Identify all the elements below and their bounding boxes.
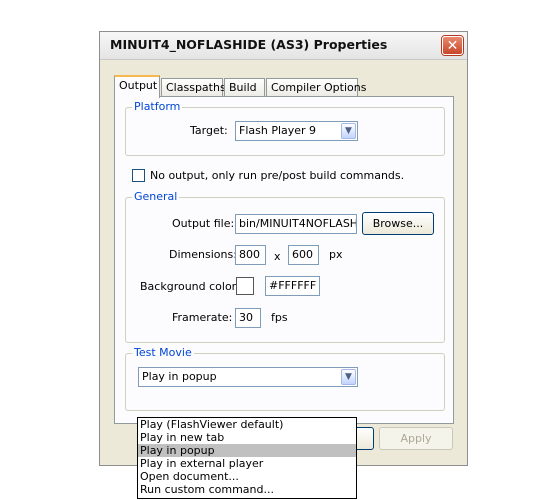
target-select[interactable]: Flash Player 9 ▼ bbox=[235, 121, 358, 141]
list-item[interactable]: Open document... bbox=[138, 470, 356, 483]
apply-button-label: Apply bbox=[400, 432, 432, 445]
bgcolor-label: Background color: bbox=[140, 280, 240, 293]
test-movie-select[interactable]: Play in popup ▼ bbox=[138, 367, 358, 387]
px-unit-label: px bbox=[329, 248, 343, 261]
dimensions-label: Dimensions: bbox=[169, 248, 237, 261]
no-output-label: No output, only run pre/post build comma… bbox=[150, 169, 405, 182]
height-input[interactable]: 600 bbox=[288, 245, 319, 265]
test-movie-group: Test Movie Play in popup ▼ bbox=[125, 346, 445, 411]
width-input[interactable]: 800 bbox=[235, 245, 266, 265]
close-button[interactable]: ✕ bbox=[442, 36, 463, 55]
list-item[interactable]: Play in new tab bbox=[138, 431, 356, 444]
platform-group: Platform Target: Flash Player 9 ▼ bbox=[125, 100, 445, 156]
output-tab-panel: Platform Target: Flash Player 9 ▼ No out… bbox=[114, 96, 454, 424]
tab-compiler-options[interactable]: Compiler Options bbox=[266, 78, 366, 96]
tab-compiler-options-label: Compiler Options bbox=[271, 81, 367, 94]
chevron-down-icon[interactable]: ▼ bbox=[341, 369, 356, 385]
dimension-separator: x bbox=[274, 250, 281, 263]
width-value: 800 bbox=[239, 248, 260, 261]
target-select-value: Flash Player 9 bbox=[239, 124, 317, 137]
browse-button[interactable]: Browse... bbox=[362, 212, 434, 235]
tab-classpaths-label: Classpaths bbox=[166, 81, 226, 94]
properties-dialog: MINUIT4_NOFLASHIDE (AS3) Properties ✕ Ou… bbox=[99, 31, 468, 499]
close-icon: ✕ bbox=[446, 37, 459, 54]
test-movie-dropdown-list: Play (FlashViewer default) Play in new t… bbox=[137, 417, 357, 499]
output-file-input[interactable]: bin/MINUIT4NOFLASHIDE bbox=[235, 214, 357, 234]
apply-button[interactable]: Apply bbox=[379, 427, 453, 450]
title-bar[interactable]: MINUIT4_NOFLASHIDE (AS3) Properties ✕ bbox=[100, 32, 467, 60]
height-value: 600 bbox=[292, 248, 313, 261]
platform-legend: Platform bbox=[132, 100, 183, 113]
target-label: Target: bbox=[190, 124, 228, 137]
chevron-down-icon[interactable]: ▼ bbox=[341, 123, 356, 139]
bgcolor-swatch[interactable] bbox=[236, 277, 254, 295]
tab-output[interactable]: Output bbox=[114, 75, 160, 98]
output-file-label: Output file: bbox=[172, 217, 235, 230]
general-group: General Output file: bin/MINUIT4NOFLASHI… bbox=[125, 190, 445, 343]
tab-classpaths[interactable]: Classpaths bbox=[161, 78, 226, 96]
no-output-checkbox[interactable] bbox=[132, 169, 145, 182]
list-item-selected[interactable]: Play in popup bbox=[138, 444, 356, 457]
test-movie-select-value: Play in popup bbox=[142, 370, 217, 383]
test-movie-legend: Test Movie bbox=[132, 346, 194, 359]
list-item[interactable]: Run custom command... bbox=[138, 483, 356, 496]
framerate-input[interactable]: 30 bbox=[235, 308, 261, 328]
list-item[interactable]: Play in external player bbox=[138, 457, 356, 470]
tab-build[interactable]: Build bbox=[224, 78, 265, 96]
output-file-value: bin/MINUIT4NOFLASHIDE bbox=[239, 217, 357, 230]
framerate-value: 30 bbox=[239, 311, 253, 324]
bgcolor-value: #FFFFFF bbox=[269, 279, 317, 292]
framerate-label: Framerate: bbox=[172, 311, 233, 324]
bgcolor-input[interactable]: #FFFFFF bbox=[265, 276, 320, 296]
tab-build-label: Build bbox=[229, 81, 257, 94]
tab-output-label: Output bbox=[119, 79, 158, 92]
browse-button-label: Browse... bbox=[372, 217, 424, 230]
fps-unit-label: fps bbox=[271, 311, 288, 324]
general-legend: General bbox=[132, 190, 180, 203]
window-title: MINUIT4_NOFLASHIDE (AS3) Properties bbox=[110, 37, 388, 52]
list-item[interactable]: Play (FlashViewer default) bbox=[138, 418, 356, 431]
